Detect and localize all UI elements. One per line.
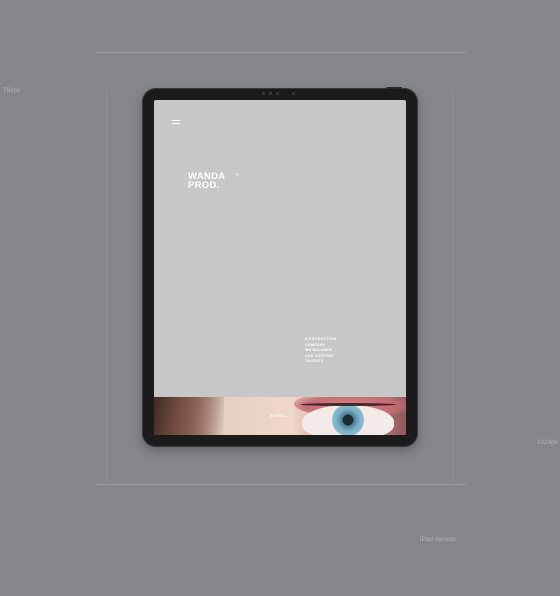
- device-camera-dot: [269, 92, 272, 95]
- scroll-button[interactable]: SCROLL: [270, 414, 287, 418]
- width-measure-label: 768px: [3, 88, 21, 94]
- guide-line-bottom: [96, 484, 466, 485]
- guide-line-right: [452, 90, 453, 482]
- guide-line-top: [96, 52, 466, 53]
- registered-mark: ®: [236, 172, 240, 177]
- device-side-button: [386, 87, 402, 89]
- photo-iris: [332, 404, 364, 435]
- ipad-device-frame: WANDA PROD. ® A PRODUCTION COMPANY WE BA…: [142, 87, 418, 447]
- device-camera-dot: [262, 92, 265, 95]
- photo-lash-line: [300, 403, 396, 406]
- hamburger-icon[interactable]: [172, 120, 180, 125]
- ipad-screen: WANDA PROD. ® A PRODUCTION COMPANY WE BA…: [154, 100, 406, 435]
- guide-line-left: [106, 90, 107, 482]
- ipad-version-caption: iPad version: [420, 536, 456, 543]
- device-camera-dot: [292, 92, 295, 95]
- height-measure-label: 1024px: [537, 440, 558, 446]
- tagline-line: TALENTS: [305, 359, 324, 363]
- photo-skin-shadow: [154, 397, 224, 435]
- device-camera-dot: [276, 92, 279, 95]
- company-tagline: A PRODUCTION COMPANY WE BALANCE AND SUPP…: [305, 337, 365, 365]
- wanda-prod-logo[interactable]: WANDA PROD. ®: [188, 172, 239, 191]
- hero-eye-photo: SCROLL: [154, 397, 406, 435]
- logo-line-2: PROD.: [188, 180, 220, 191]
